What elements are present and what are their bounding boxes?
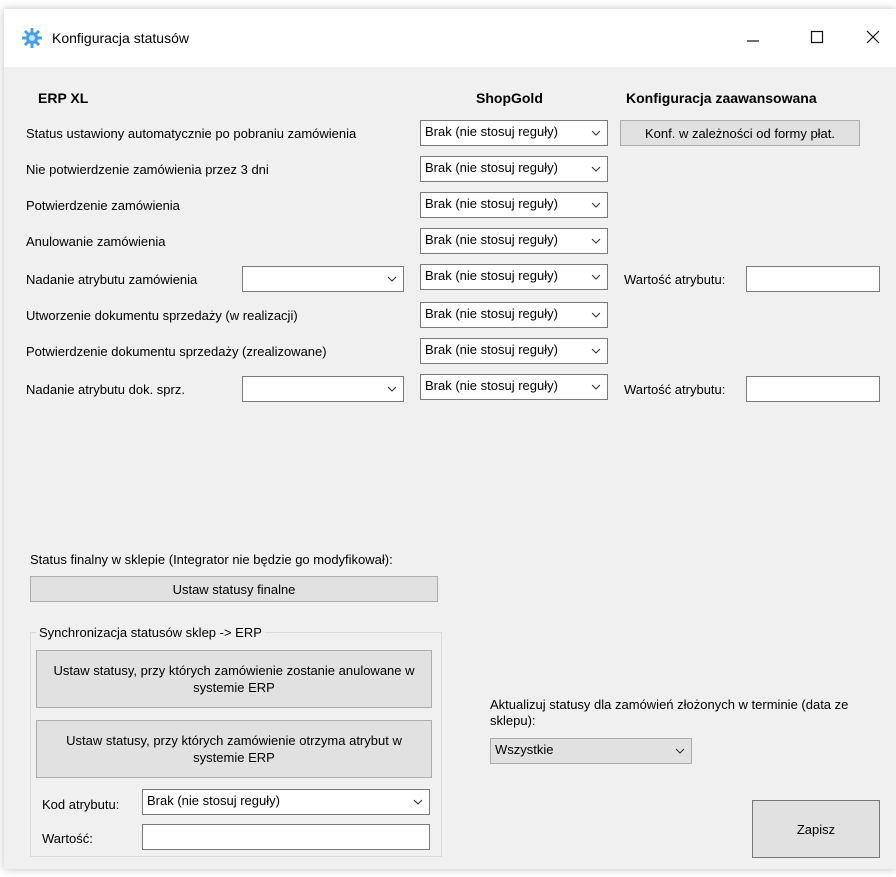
sync-value-field[interactable] [142, 824, 430, 850]
combo-value: Brak (nie stosuj reguły) [425, 306, 558, 321]
order-attr-value-field[interactable] [746, 266, 880, 292]
sales-doc-attr-combo[interactable] [242, 376, 404, 402]
row-label-sales-doc-created: Utworzenie dokumentu sprzedaży (w realiz… [26, 308, 298, 323]
chevron-down-icon [591, 238, 601, 244]
maximize-icon [810, 30, 824, 44]
shop-status-combo-no-confirm[interactable]: Brak (nie stosuj reguły) [420, 156, 608, 182]
shop-status-combo-sales-doc-created[interactable]: Brak (nie stosuj reguły) [420, 302, 608, 328]
sales-doc-attr-value-field[interactable] [746, 376, 880, 402]
row-label-auto-status: Status ustawiony automatycznie po pobran… [26, 126, 357, 141]
window-title: Konfiguracja statusów [52, 30, 189, 46]
shop-status-combo-auto[interactable]: Brak (nie stosuj reguły) [420, 120, 608, 146]
shop-status-combo-cancel[interactable]: Brak (nie stosuj reguły) [420, 228, 608, 254]
minimize-button[interactable] [730, 19, 776, 55]
order-attr-value-label: Wartość atrybutu: [624, 272, 726, 287]
sync-value-label: Wartość: [42, 831, 93, 846]
header-advanced: Konfiguracja zaawansowana [626, 90, 817, 106]
set-cancel-statuses-button[interactable]: Ustaw statusy, przy których zamówienie z… [36, 650, 432, 708]
close-icon [866, 30, 880, 44]
combo-value: Brak (nie stosuj reguły) [425, 342, 558, 357]
payment-form-config-button[interactable]: Konf. w zależności od formy płat. [620, 120, 860, 146]
chevron-down-icon [413, 799, 423, 805]
shop-status-combo-sales-doc-confirmed[interactable]: Brak (nie stosuj reguły) [420, 338, 608, 364]
row-label-sales-doc-confirmed: Potwierdzenie dokumentu sprzedaży (zreal… [26, 344, 327, 359]
row-label-cancel: Anulowanie zamówienia [26, 234, 166, 249]
sync-group-title: Synchronizacja statusów sklep -> ERP [36, 625, 265, 640]
chevron-down-icon [387, 276, 397, 282]
chevron-down-icon [591, 274, 601, 280]
header-shop: ShopGold [476, 90, 543, 106]
sales-doc-attr-value-label: Wartość atrybutu: [624, 382, 726, 397]
set-attr-statuses-button[interactable]: Ustaw statusy, przy których zamówienie o… [36, 720, 432, 778]
order-attr-combo[interactable] [242, 266, 404, 292]
shop-status-combo-order-attr[interactable]: Brak (nie stosuj reguły) [420, 264, 608, 290]
combo-value: Brak (nie stosuj reguły) [425, 124, 558, 139]
gear-icon [22, 28, 42, 48]
shop-status-combo-sales-doc-attr[interactable]: Brak (nie stosuj reguły) [420, 374, 608, 400]
minimize-icon [747, 40, 759, 42]
chevron-down-icon [591, 202, 601, 208]
final-status-label: Status finalny w sklepie (Integrator nie… [30, 552, 393, 567]
save-button[interactable]: Zapisz [752, 800, 880, 858]
combo-value: Brak (nie stosuj reguły) [425, 378, 558, 393]
row-label-sales-doc-attr: Nadanie atrybutu dok. sprz. [26, 382, 185, 397]
chevron-down-icon [675, 748, 685, 754]
shop-status-combo-confirm[interactable]: Brak (nie stosuj reguły) [420, 192, 608, 218]
close-button[interactable] [850, 19, 896, 55]
row-label-no-confirm: Nie potwierdzenie zamówienia przez 3 dni [26, 162, 269, 177]
combo-value: Brak (nie stosuj reguły) [425, 268, 558, 283]
title-bar: Konfiguracja statusów [4, 9, 896, 67]
chevron-down-icon [387, 386, 397, 392]
row-label-order-attr: Nadanie atrybutu zamówienia [26, 272, 198, 287]
combo-value: Brak (nie stosuj reguły) [425, 232, 558, 247]
combo-value: Brak (nie stosuj reguły) [147, 793, 280, 808]
update-statuses-label: Aktualizuj statusy dla zamówień złożonyc… [490, 697, 849, 728]
combo-value: Wszystkie [495, 742, 554, 757]
chevron-down-icon [591, 348, 601, 354]
chevron-down-icon [591, 166, 601, 172]
chevron-down-icon [591, 130, 601, 136]
chevron-down-icon [591, 384, 601, 390]
attr-code-label: Kod atrybutu: [42, 797, 120, 812]
set-final-statuses-button[interactable]: Ustaw statusy finalne [30, 576, 438, 602]
maximize-button[interactable] [794, 19, 840, 55]
row-label-confirm: Potwierdzenie zamówienia [26, 198, 180, 213]
combo-value: Brak (nie stosuj reguły) [425, 160, 558, 175]
header-erp: ERP XL [38, 90, 89, 106]
update-period-combo[interactable]: Wszystkie [490, 738, 692, 764]
combo-value: Brak (nie stosuj reguły) [425, 196, 558, 211]
status-config-window: Konfiguracja statusów ERP XL ShopGold Ko… [4, 9, 896, 869]
attr-code-combo[interactable]: Brak (nie stosuj reguły) [142, 789, 430, 815]
chevron-down-icon [591, 312, 601, 318]
